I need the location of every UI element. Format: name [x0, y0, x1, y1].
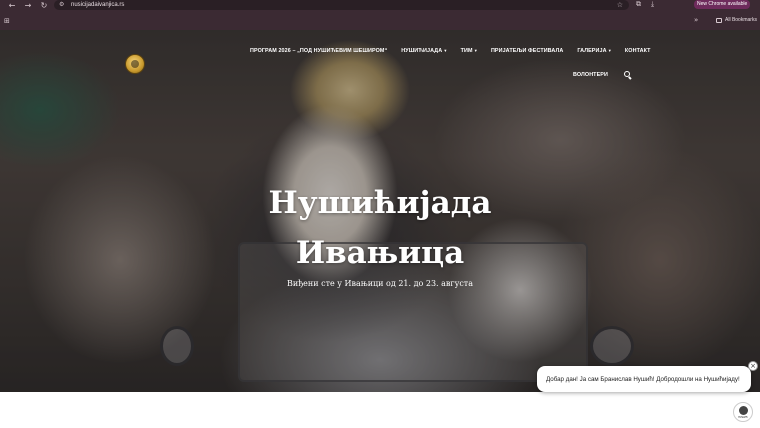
- hero-title-line-1: Нушићијада: [268, 185, 492, 221]
- secondary-navigation: ВОЛОНТЕРИ: [573, 71, 632, 80]
- nav-item-program[interactable]: ПРОГРАМ 2026 – „ПОД НУШИЋЕВИМ ШЕШИРОМ“: [250, 48, 387, 54]
- hero-section: ПРОГРАМ 2026 – „ПОД НУШИЋЕВИМ ШЕШИРОМ“ Н…: [0, 30, 760, 392]
- nav-item-prijatelji[interactable]: ПРИЈАТЕЉИ ФЕСТИВАЛА: [491, 48, 563, 54]
- hero-subtitle: Виђени сте у Ивањици од 21. до 23. авгус…: [286, 279, 473, 288]
- nav-item-label: ГАЛЕРИЈА: [577, 48, 607, 54]
- nav-item-galerija[interactable]: ГАЛЕРИЈА ▾: [577, 48, 611, 54]
- url-text: nusicijadaivanjica.rs: [71, 2, 125, 8]
- main-navigation: ПРОГРАМ 2026 – „ПОД НУШИЋЕВИМ ШЕШИРОМ“ Н…: [250, 48, 665, 54]
- forward-icon[interactable]: →: [22, 0, 34, 12]
- chevron-down-icon: ▾: [608, 48, 611, 54]
- nav-item-label: ВОЛОНТЕРИ: [573, 72, 608, 78]
- nav-item-label: НУШИЋИЈАДА: [401, 48, 443, 54]
- avatar-face-icon: [739, 406, 748, 415]
- nav-item-label: ПРИЈАТЕЉИ ФЕСТИВАЛА: [490, 48, 564, 54]
- new-chrome-badge[interactable]: New Chrome available: [694, 0, 751, 9]
- search-handle: [628, 76, 632, 80]
- avatar-label: НУШИЋ: [738, 416, 748, 419]
- chat-greeting-bubble[interactable]: Добар дан! Ја сам Бранислав Нушић! Добро…: [537, 366, 751, 392]
- bookmarks-overflow-icon[interactable]: »: [694, 16, 698, 24]
- reload-icon[interactable]: ↻: [38, 0, 50, 12]
- close-icon[interactable]: ×: [748, 361, 758, 371]
- all-bookmarks-label: All Bookmarks: [725, 17, 757, 23]
- nav-item-label: ТИМ: [460, 48, 473, 54]
- logo-emblem: [131, 60, 139, 68]
- nav-item-label: ПРОГРАМ 2026 – „ПОД НУШИЋЕВИМ ШЕШИРОМ“: [250, 48, 388, 54]
- address-bar[interactable]: ⚙ nusicijadaivanjica.rs ☆: [54, 0, 629, 10]
- toolbar-icons: ⧉ ⤓: [636, 0, 654, 9]
- nav-item-label: КОНТАКТ: [624, 48, 651, 54]
- all-bookmarks-button[interactable]: All Bookmarks: [716, 17, 757, 23]
- chevron-down-icon: ▾: [444, 48, 447, 54]
- bookmark-star-icon[interactable]: ☆: [617, 1, 623, 9]
- downloads-icon[interactable]: ⤓: [651, 0, 654, 9]
- nav-item-tim[interactable]: ТИМ ▾: [461, 48, 477, 54]
- nav-item-volonteri[interactable]: ВОЛОНТЕРИ: [573, 72, 608, 78]
- search-icon[interactable]: [623, 71, 632, 80]
- festival-logo[interactable]: [125, 54, 145, 74]
- hero-title: Нушићијада Ивањица: [0, 178, 760, 278]
- chat-avatar-button[interactable]: НУШИЋ: [733, 402, 753, 422]
- folder-icon: [716, 17, 722, 23]
- apps-grid-icon[interactable]: ⊞: [4, 17, 10, 25]
- hero-title-line-2: Ивањица: [295, 235, 465, 271]
- back-icon[interactable]: ←: [6, 0, 18, 12]
- browser-chrome: ← → ↻ ⚙ nusicijadaivanjica.rs ☆ ⧉ ⤓ New …: [0, 0, 760, 30]
- page-viewport: ПРОГРАМ 2026 – „ПОД НУШИЋЕВИМ ШЕШИРОМ“ Н…: [0, 30, 760, 428]
- nav-item-nusicijada[interactable]: НУШИЋИЈАДА ▾: [401, 48, 446, 54]
- extensions-icon[interactable]: ⧉: [636, 0, 641, 9]
- nav-item-kontakt[interactable]: КОНТАКТ: [625, 48, 651, 54]
- chevron-down-icon: ▾: [474, 48, 477, 54]
- site-info-icon[interactable]: ⚙: [59, 2, 65, 8]
